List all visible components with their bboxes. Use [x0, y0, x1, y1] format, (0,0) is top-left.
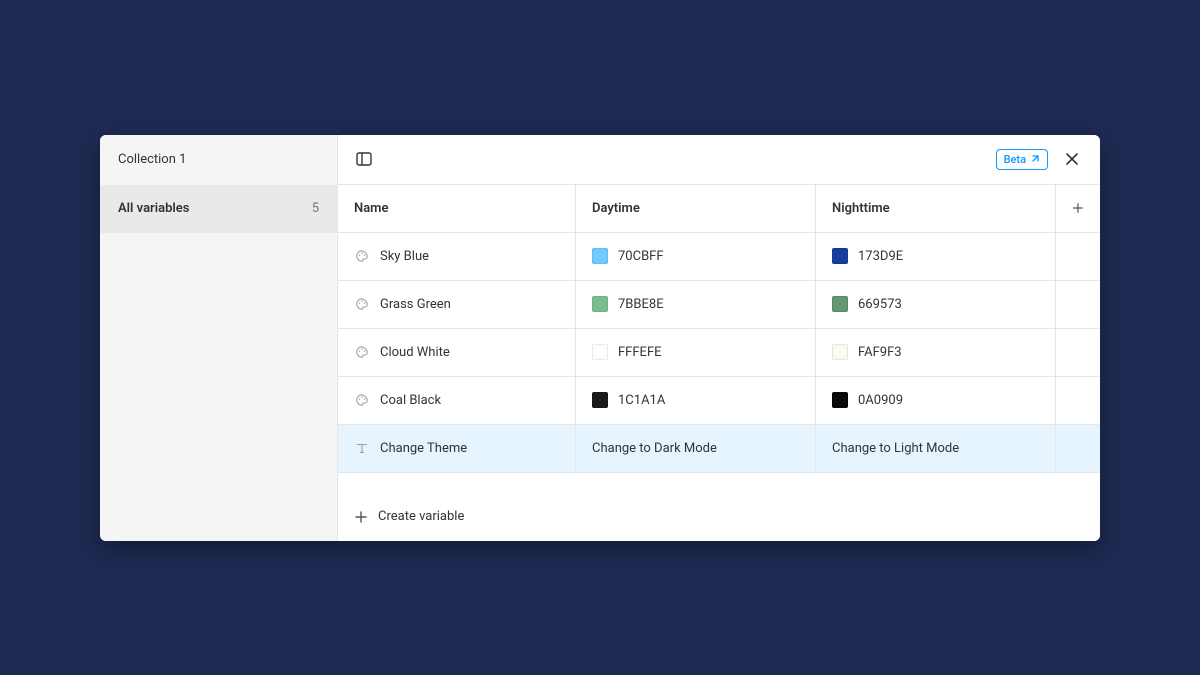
- cell-name[interactable]: Coal Black: [338, 377, 576, 424]
- sidebar-item-label: All variables: [118, 201, 189, 216]
- column-header-mode2[interactable]: Nighttime: [816, 185, 1056, 232]
- cell-name[interactable]: Change Theme: [338, 425, 576, 472]
- color-swatch: [832, 344, 848, 360]
- panel-icon: [355, 150, 373, 168]
- variable-name: Cloud White: [380, 345, 450, 360]
- table-row[interactable]: Cloud White FFFEFE FAF9F3: [338, 329, 1100, 377]
- color-hex: 0A0909: [858, 393, 903, 408]
- palette-icon: [355, 345, 369, 359]
- variable-name: Change Theme: [380, 441, 467, 456]
- color-hex: FFFEFE: [618, 345, 662, 360]
- cell-mode[interactable]: 669573: [816, 281, 1056, 328]
- sidebar: Collection 1 All variables 5: [100, 135, 338, 541]
- table-row[interactable]: Grass Green 7BBE8E 669573: [338, 281, 1100, 329]
- variable-name: Grass Green: [380, 297, 451, 312]
- cell-name[interactable]: Sky Blue: [338, 233, 576, 280]
- color-hex: 70CBFF: [618, 249, 664, 264]
- color-swatch: [592, 344, 608, 360]
- variable-name: Coal Black: [380, 393, 441, 408]
- color-hex: 173D9E: [858, 249, 903, 264]
- close-icon: [1064, 151, 1080, 167]
- column-header-name[interactable]: Name: [338, 185, 576, 232]
- variables-panel: Collection 1 All variables 5 Beta: [100, 135, 1100, 541]
- palette-icon: [355, 249, 369, 263]
- color-type-icon: [354, 344, 370, 360]
- color-type-icon: [354, 392, 370, 408]
- cell-mode[interactable]: 173D9E: [816, 233, 1056, 280]
- cell-mode[interactable]: FFFEFE: [576, 329, 816, 376]
- color-hex: 669573: [858, 297, 902, 312]
- cell-mode[interactable]: Change to Dark Mode: [576, 425, 816, 472]
- topbar: Beta: [338, 135, 1100, 185]
- beta-badge[interactable]: Beta: [996, 149, 1048, 170]
- row-trailing-cell: [1056, 425, 1100, 472]
- sidebar-item-all-variables[interactable]: All variables 5: [100, 185, 337, 233]
- color-hex: 7BBE8E: [618, 297, 664, 312]
- text-type-icon: [354, 440, 370, 456]
- variable-name: Sky Blue: [380, 249, 429, 264]
- cell-mode[interactable]: FAF9F3: [816, 329, 1056, 376]
- create-variable-label: Create variable: [378, 509, 464, 524]
- palette-icon: [355, 393, 369, 407]
- add-mode-button[interactable]: [1056, 185, 1100, 232]
- color-hex: 1C1A1A: [618, 393, 665, 408]
- color-swatch: [592, 392, 608, 408]
- toggle-sidebar-button[interactable]: [352, 147, 376, 171]
- cell-mode[interactable]: 0A0909: [816, 377, 1056, 424]
- external-link-icon: [1030, 154, 1040, 164]
- table-row[interactable]: Change Theme Change to Dark Mode Change to…: [338, 425, 1100, 473]
- text-value: Change to Light Mode: [832, 441, 959, 456]
- table-row[interactable]: Coal Black 1C1A1A 0A0909: [338, 377, 1100, 425]
- cell-mode[interactable]: 1C1A1A: [576, 377, 816, 424]
- cell-name[interactable]: Cloud White: [338, 329, 576, 376]
- palette-icon: [355, 297, 369, 311]
- row-trailing-cell: [1056, 281, 1100, 328]
- color-type-icon: [354, 296, 370, 312]
- table-row[interactable]: Sky Blue 70CBFF 173D9E: [338, 233, 1100, 281]
- color-swatch: [832, 392, 848, 408]
- cell-name[interactable]: Grass Green: [338, 281, 576, 328]
- column-header-mode1[interactable]: Daytime: [576, 185, 816, 232]
- plus-icon: [354, 510, 368, 524]
- sidebar-item-count: 5: [312, 201, 319, 216]
- row-trailing-cell: [1056, 377, 1100, 424]
- color-swatch: [592, 296, 608, 312]
- color-swatch: [832, 248, 848, 264]
- cell-mode[interactable]: 7BBE8E: [576, 281, 816, 328]
- row-trailing-cell: [1056, 329, 1100, 376]
- color-hex: FAF9F3: [858, 345, 902, 360]
- close-button[interactable]: [1058, 145, 1086, 173]
- color-type-icon: [354, 248, 370, 264]
- collection-title[interactable]: Collection 1: [100, 135, 337, 185]
- variables-table: Name Daytime Nighttime Sky Blue 70CBFF 173…: [338, 185, 1100, 541]
- create-variable-button[interactable]: Create variable: [338, 493, 1100, 541]
- cell-mode[interactable]: 70CBFF: [576, 233, 816, 280]
- beta-label: Beta: [1004, 153, 1026, 166]
- color-swatch: [832, 296, 848, 312]
- plus-icon: [1072, 201, 1084, 215]
- row-trailing-cell: [1056, 233, 1100, 280]
- cell-mode[interactable]: Change to Light Mode: [816, 425, 1056, 472]
- main-area: Beta Name Daytime Nighttime: [338, 135, 1100, 541]
- table-header-row: Name Daytime Nighttime: [338, 185, 1100, 233]
- text-value: Change to Dark Mode: [592, 441, 717, 456]
- color-swatch: [592, 248, 608, 264]
- text-icon: [355, 441, 369, 455]
- collection-title-text: Collection 1: [118, 152, 186, 167]
